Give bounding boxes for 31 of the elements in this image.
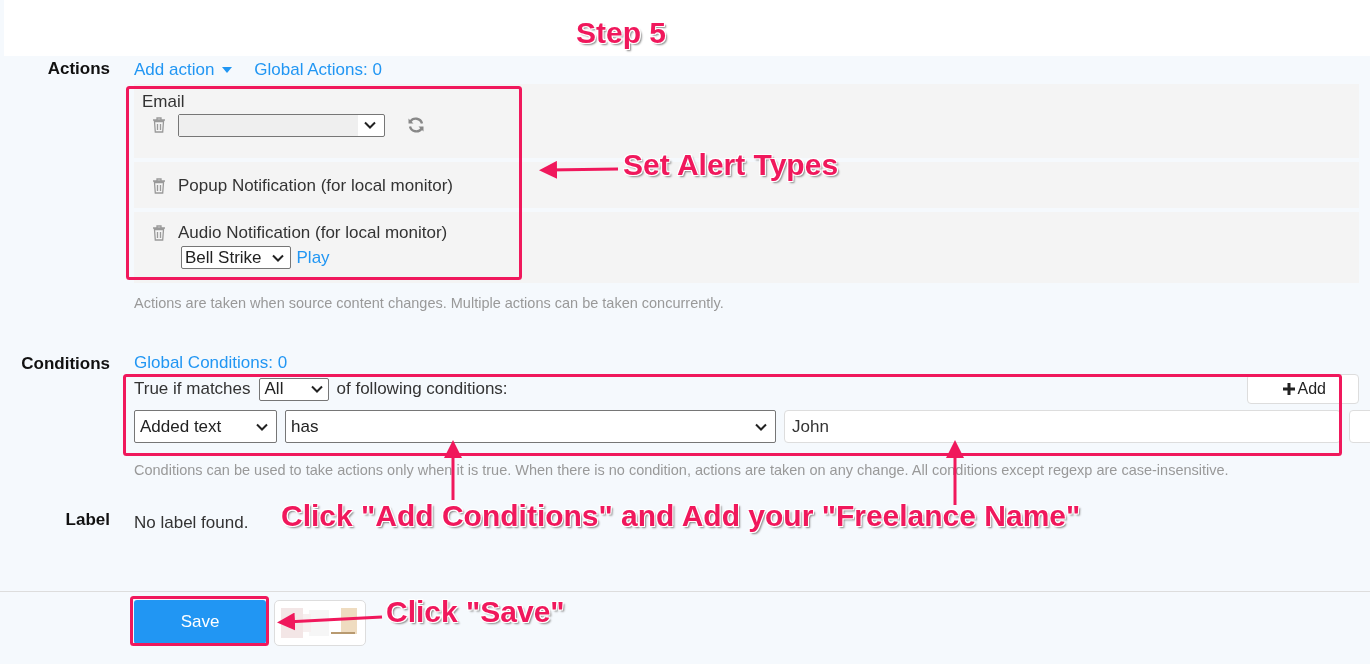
annotation-text: Step 5 bbox=[576, 16, 667, 50]
chevron-icon bbox=[256, 422, 268, 431]
chevron-icon bbox=[310, 385, 323, 393]
refresh-icon[interactable] bbox=[407, 116, 425, 134]
trash-icon[interactable] bbox=[152, 178, 166, 194]
plus-icon bbox=[1282, 383, 1295, 395]
chevron-icon bbox=[271, 253, 284, 262]
match-label: True if matches bbox=[134, 379, 251, 399]
section-label: Conditions bbox=[21, 353, 110, 374]
help-text: Actions are taken when source content changes. Multiple actions can be taken concurrently. bbox=[134, 294, 724, 313]
section-label: Actions bbox=[47, 58, 110, 79]
email-select[interactable] bbox=[178, 113, 385, 137]
match-select[interactable]: All bbox=[258, 377, 329, 401]
action-title: Audio Notification (for local monitor) bbox=[178, 223, 448, 243]
trash-icon[interactable] bbox=[152, 225, 166, 241]
match-label: of following conditions: bbox=[336, 379, 508, 399]
section-label: Label bbox=[65, 509, 110, 530]
sound-select[interactable]: Bell Strike bbox=[181, 246, 291, 269]
field-select[interactable]: Added text bbox=[134, 410, 277, 443]
label-text: No label found. bbox=[134, 512, 249, 533]
chevron-icon bbox=[364, 121, 376, 129]
operator-select[interactable]: has bbox=[285, 410, 776, 443]
chevron-icon bbox=[755, 422, 767, 431]
trash-icon[interactable] bbox=[152, 117, 166, 133]
annotation-text: Click "Add Conditions" and Add your "Freelance Name" bbox=[281, 499, 1081, 533]
action-title: Popup Notification (for local monitor) bbox=[178, 176, 453, 196]
caret-icon bbox=[222, 67, 233, 73]
action-title: Email bbox=[142, 92, 186, 112]
annotation-text: Click "Save" bbox=[386, 595, 565, 629]
value-input[interactable]: John bbox=[784, 410, 1341, 443]
annotation-text: Set Alert Types bbox=[623, 148, 839, 182]
